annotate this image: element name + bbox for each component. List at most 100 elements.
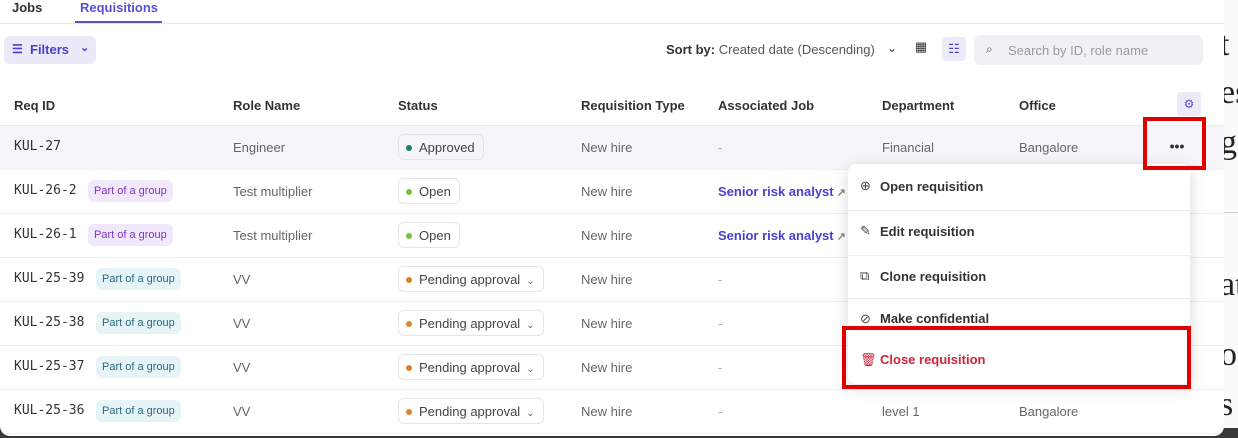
associated-job-link[interactable]: Senior risk analyst ↗ [718,228,846,243]
eye-off-icon: ⊘ [860,311,871,326]
status-label: Open [419,184,451,199]
chevron-down-icon: ⌄ [526,408,535,419]
column-header-department[interactable]: Department [882,98,954,113]
status-dropdown[interactable]: Pending approval ⌄ [398,354,544,380]
associated-job: - [718,360,723,375]
tab-jobs[interactable]: Jobs [12,0,42,15]
department: level 1 [882,404,920,419]
associated-job: - [718,404,723,419]
associated-job-label: Senior risk analyst [718,228,834,243]
req-id: KUL-26-2 [14,183,77,198]
filters-label: Filters [30,42,70,57]
chevron-down-icon[interactable]: ⌄ [887,41,897,55]
req-id: KUL-25-37 [14,359,85,374]
tab-requisitions[interactable]: Requisitions [80,0,158,15]
highlight-box-more-actions [1143,117,1206,170]
group-badge: Part of a group [96,356,181,378]
column-header-associated-job[interactable]: Associated Job [718,98,814,113]
chevron-down-icon: ⌄ [526,276,535,287]
group-badge: Part of a group [88,224,173,246]
role-name: VV [233,404,251,419]
table-header: Req ID Role Name Status Requisition Type… [0,86,1224,126]
search-input[interactable] [1008,40,1198,60]
search-box[interactable]: ⌕ [974,35,1203,65]
gear-icon[interactable]: ⚙ [1177,92,1201,116]
status-dot-icon [406,189,412,195]
associated-job: - [718,272,723,287]
menu-item-label: Make confidential [880,311,990,326]
status-badge: Approved [398,134,484,160]
edit-icon: ✎ [860,223,871,238]
status-dot-icon [406,277,412,283]
list-view-icon[interactable]: ☷ [942,37,966,61]
status-label: Pending approval [419,404,521,419]
associated-job-label: Senior risk analyst [718,184,834,199]
column-header-status[interactable]: Status [398,98,438,113]
requisition-type: New hire [581,360,633,375]
column-header-role-name[interactable]: Role Name [233,98,300,113]
chevron-down-icon: ⌄ [526,320,535,331]
external-link-icon: ↗ [836,231,846,243]
status-label: Pending approval [419,316,521,331]
menu-item-label: Edit requisition [880,224,975,239]
group-badge: Part of a group [88,180,173,202]
chevron-down-icon: ⌄ [526,364,535,375]
sort-by-select[interactable]: Sort by: Created date (Descending) [666,42,875,57]
office: Bangalore [1019,140,1079,155]
group-badge: Part of a group [96,268,181,290]
group-badge: Part of a group [96,400,181,422]
requisition-type: New hire [581,228,633,243]
associated-job-link[interactable]: Senior risk analyst ↗ [718,184,846,199]
office: Bangalore [1019,404,1079,419]
requisition-type: New hire [581,140,633,155]
status-dropdown[interactable]: Pending approval ⌄ [398,266,544,292]
req-id: KUL-25-38 [14,315,85,330]
sort-by-label: Sort by: [666,42,716,57]
clone-icon: ⧉ [860,268,870,283]
chevron-down-icon: ⌄ [80,42,90,54]
req-id: KUL-27 [14,139,61,154]
status-dropdown[interactable]: Pending approval ⌄ [398,310,544,336]
tab-bar: Jobs Requisitions [0,0,1224,24]
status-label: Pending approval [419,272,521,287]
menu-item-open-requisition[interactable]: ⊕ Open requisition [848,164,1190,208]
table-row[interactable]: KUL-25-36 Part of a group VV Pending app… [0,390,1224,434]
filter-icon: ☰ [12,42,23,56]
status-dot-icon [406,233,412,239]
req-id: KUL-26-1 [14,227,77,242]
requisition-type: New hire [581,316,633,331]
role-name: Test multiplier [233,184,313,199]
menu-item-label: Clone requisition [880,269,987,284]
column-header-req-id[interactable]: Req ID [14,98,55,113]
highlight-box-close-requisition [842,326,1191,389]
active-tab-indicator [75,21,162,23]
requisition-type: New hire [581,272,633,287]
filters-button[interactable]: ☰ Filters ⌄ [4,36,96,64]
status-badge: Open [398,178,460,204]
department: Financial [882,140,935,155]
role-name: Test multiplier [233,228,313,243]
status-dropdown[interactable]: Pending approval ⌄ [398,398,544,424]
status-dot-icon [406,321,412,327]
status-label: Approved [419,140,475,155]
plus-circle-icon: ⊕ [860,178,871,193]
search-icon: ⌕ [986,42,993,56]
sort-by-value: Created date (Descending) [718,42,875,57]
req-id: KUL-25-39 [14,271,85,286]
column-header-office[interactable]: Office [1019,98,1056,113]
external-link-icon: ↗ [836,187,846,199]
status-badge: Open [398,222,460,248]
role-name: VV [233,272,251,287]
menu-item-label: Open requisition [880,179,984,194]
toolbar: ☰ Filters ⌄ Sort by: Created date (Desce… [0,24,1224,76]
column-header-requisition-type[interactable]: Requisition Type [581,98,685,113]
requisition-type: New hire [581,404,633,419]
status-dot-icon [406,409,412,415]
associated-job: - [718,316,723,331]
menu-item-edit-requisition[interactable]: ✎ Edit requisition [848,209,1190,253]
role-name: Engineer [233,140,286,155]
grid-view-icon[interactable]: ▦ [911,39,931,59]
menu-item-clone-requisition[interactable]: ⧉ Clone requisition [848,254,1190,298]
requisition-type: New hire [581,184,633,199]
role-name: VV [233,360,251,375]
